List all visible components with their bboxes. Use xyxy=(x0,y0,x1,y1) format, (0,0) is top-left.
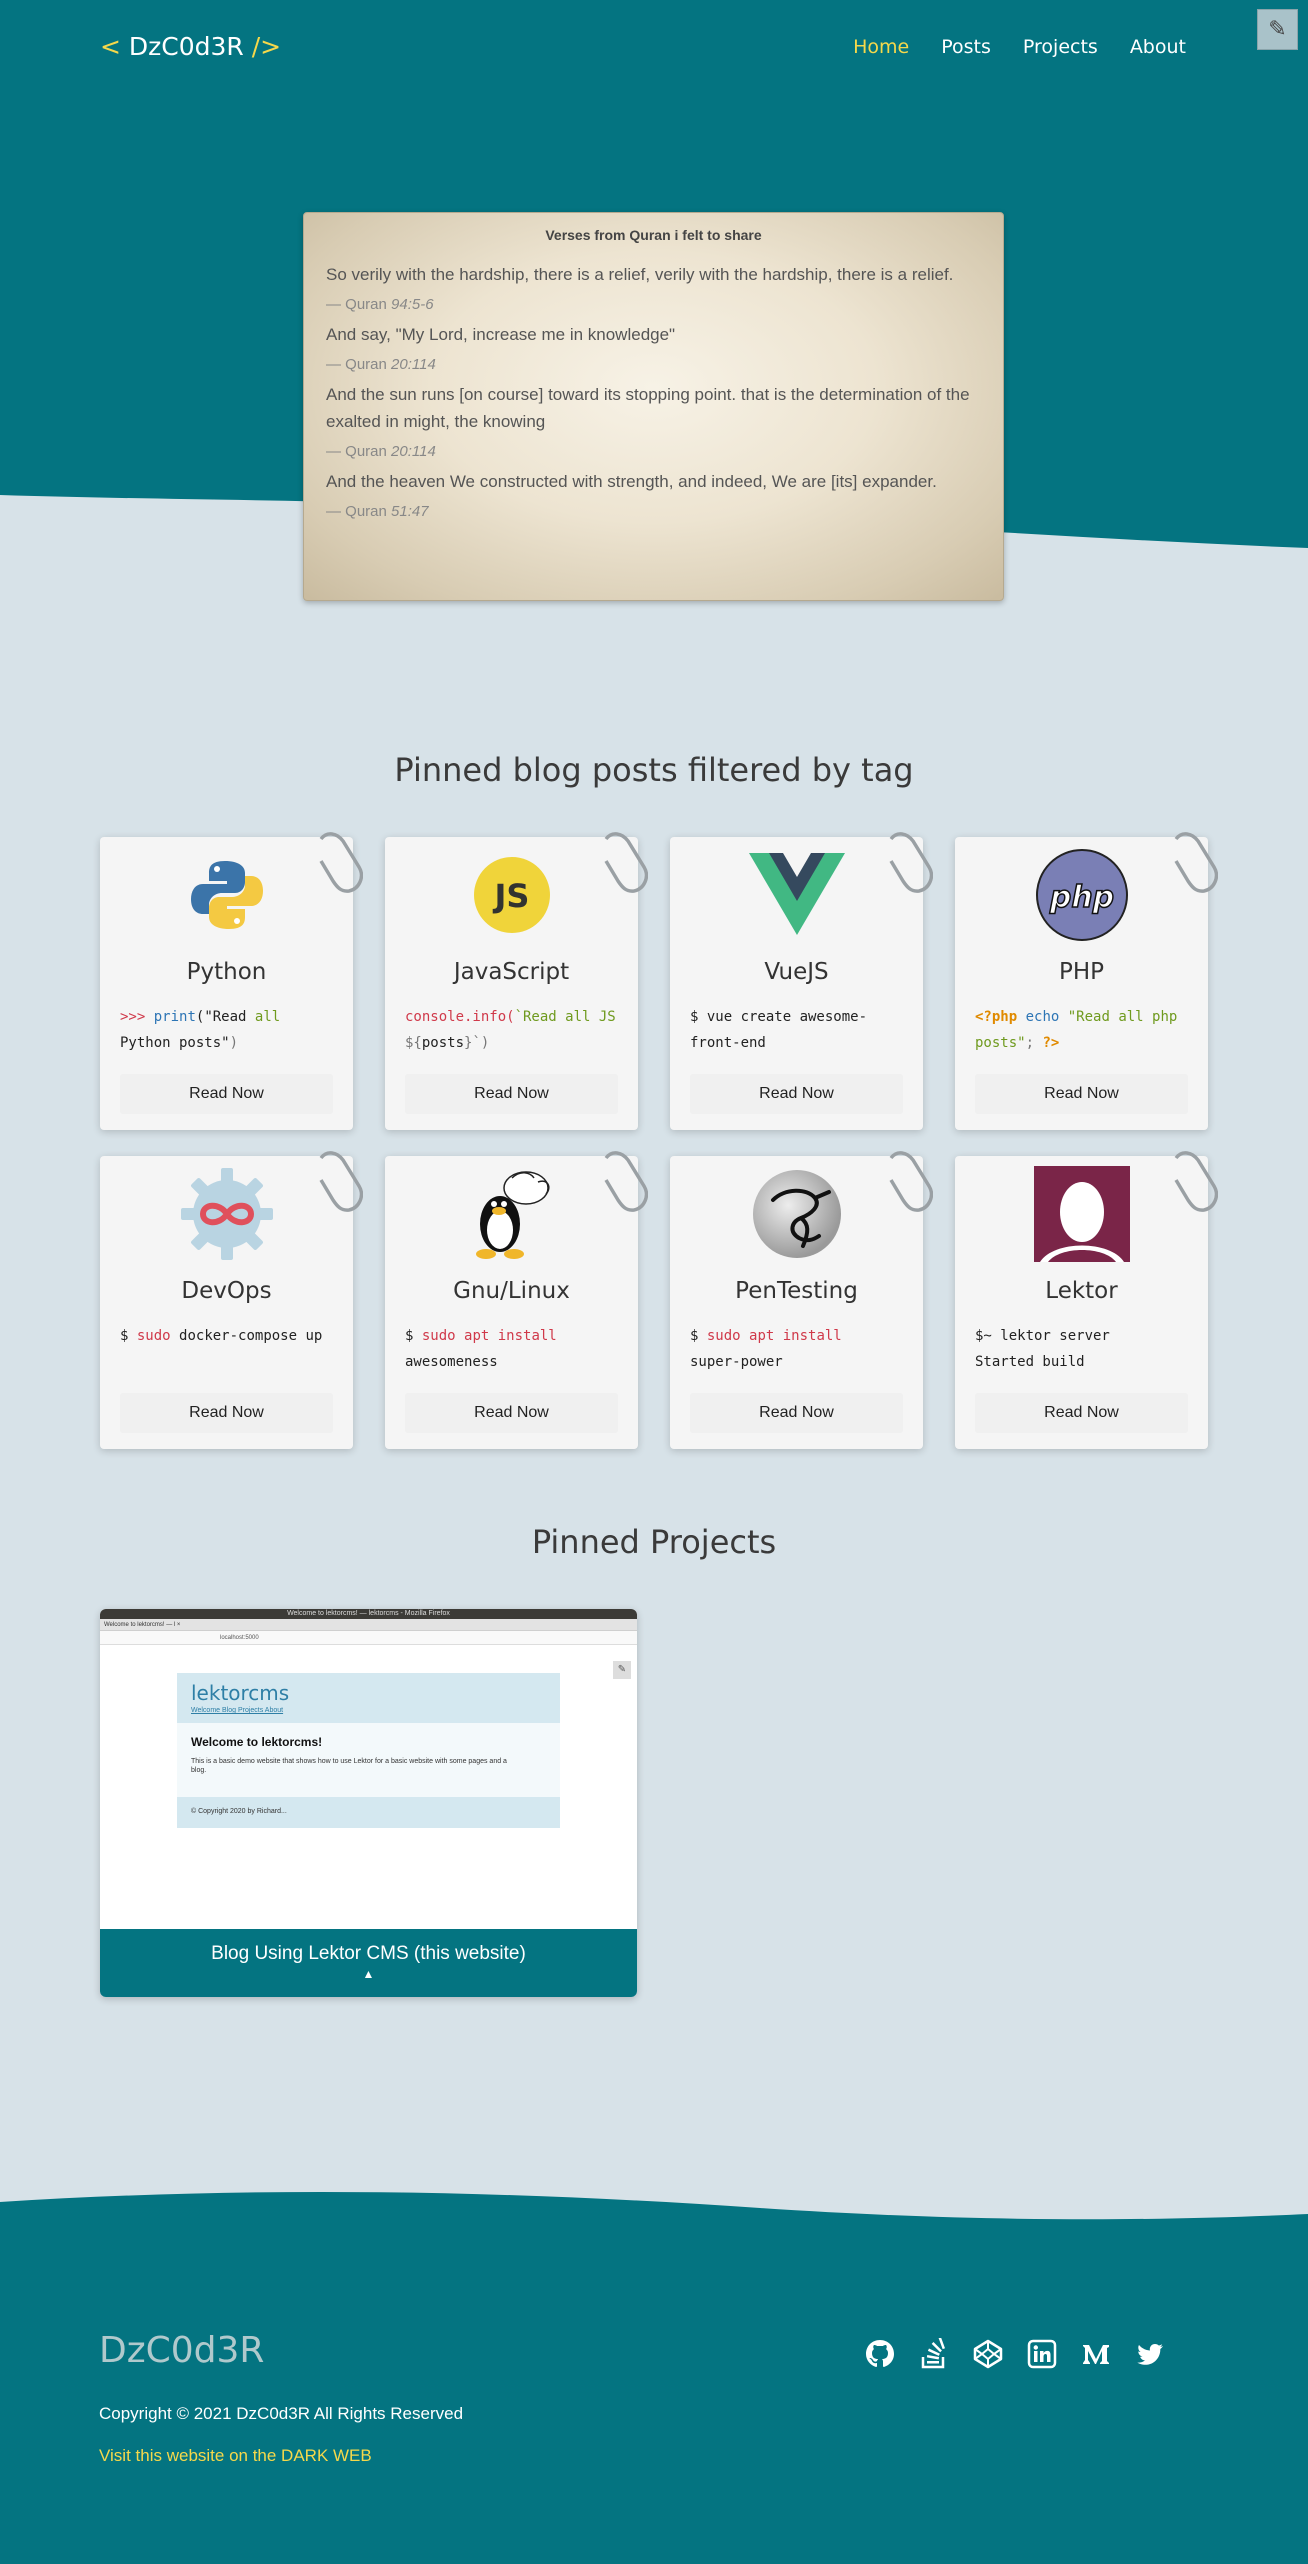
svg-text:php: php xyxy=(1048,880,1113,915)
pinned-posts-heading: Pinned blog posts filtered by tag xyxy=(394,751,914,789)
codepen-icon[interactable] xyxy=(972,2338,1004,2370)
card-title: PenTesting xyxy=(735,1278,858,1304)
dark-web-link[interactable]: Visit this website on the DARK WEB xyxy=(99,2446,372,2466)
social-links xyxy=(864,2338,1166,2370)
paperclip-icon xyxy=(319,1151,363,1212)
project-caption-bar[interactable]: Blog Using Lektor CMS (this website) ▲ xyxy=(100,1929,637,1997)
php-icon: php xyxy=(1035,849,1128,941)
svg-text:JS: JS xyxy=(492,877,529,915)
verse-text: So verily with the hardship, there is a … xyxy=(326,265,954,284)
screenshot-nav: Welcome Blog Projects About xyxy=(191,1707,284,1714)
card-code-snippet: $ sudo docker-compose up xyxy=(120,1328,323,1344)
devops-icon xyxy=(180,1168,273,1260)
post-card-python: Python >>> print("Read all Python posts")… xyxy=(100,832,363,1130)
paperclip-icon xyxy=(1174,832,1218,893)
verse-text: And the heaven We constructed with stren… xyxy=(326,472,937,491)
screenshot-footer: © Copyright 2020 by Richard... xyxy=(177,1797,560,1828)
python-icon xyxy=(190,861,263,929)
card-code-snippet: <?php echo "Read all php posts"; ?> xyxy=(975,1009,1178,1051)
paperclip-icon xyxy=(604,832,648,893)
card-code-snippet: $ vue create awesome-front-end xyxy=(690,1009,868,1051)
screenshot-window-titlebar: Welcome to lektorcms! — lektorcms - Mozi… xyxy=(100,1609,637,1619)
nav-links: Home Posts Projects About xyxy=(821,36,1186,58)
top-navbar: < DzC0d3R /> Home Posts Projects About xyxy=(0,0,1308,100)
post-card-php: php PHP <?php echo "Read all php posts";… xyxy=(955,832,1218,1130)
paperclip-icon xyxy=(889,1151,933,1212)
screenshot-pencil-icon: ✎ xyxy=(613,1661,631,1679)
linux-tux-gnu-icon xyxy=(475,1171,549,1259)
medium-icon[interactable] xyxy=(1080,2338,1112,2370)
site-brand[interactable]: < DzC0d3R /> xyxy=(100,32,281,61)
post-card-pentesting: PenTesting $ sudo apt install super-power… xyxy=(670,1151,933,1449)
verse-text: And the sun runs [on course] toward its … xyxy=(326,385,970,431)
card-title: JavaScript xyxy=(453,959,570,985)
card-title: DevOps xyxy=(181,1278,272,1304)
footer-copyright: Copyright © 2021 DzC0d3R All Rights Rese… xyxy=(99,2404,464,2423)
stackoverflow-icon[interactable] xyxy=(918,2338,950,2370)
post-card-lektor: Lektor $~ lektor server Started build Rea… xyxy=(955,1151,1218,1449)
nav-link-projects[interactable]: Projects xyxy=(1023,36,1098,58)
post-card-javascript: JS JavaScript console.info(`Read all JS … xyxy=(385,832,648,1130)
quote-card-title: Verses from Quran i felt to share xyxy=(545,227,762,243)
card-title: Lektor xyxy=(1045,1278,1118,1304)
github-icon[interactable] xyxy=(864,2338,896,2370)
card-title: PHP xyxy=(1058,959,1105,985)
post-card-vuejs: VueJS $ vue create awesome-front-end Rea… xyxy=(670,832,933,1130)
verse-reference: — Quran 51:47 xyxy=(326,503,429,520)
screenshot-text: This is a basic demo website that shows … xyxy=(191,1758,507,1774)
footer-background xyxy=(0,2191,1308,2564)
read-now-button[interactable]: Read Now xyxy=(975,1074,1188,1114)
card-title: Gnu/Linux xyxy=(453,1278,570,1304)
read-now-button[interactable]: Read Now xyxy=(405,1393,618,1433)
footer-brand: DzC0d3R xyxy=(99,2330,265,2371)
card-code-snippet: $ sudo apt install super-power xyxy=(690,1328,842,1370)
card-code-snippet: console.info(`Read all JS ${posts}`) xyxy=(405,1009,616,1051)
read-now-button[interactable]: Read Now xyxy=(120,1393,333,1433)
javascript-icon: JS xyxy=(473,857,550,933)
linkedin-icon[interactable] xyxy=(1026,2338,1058,2370)
read-now-button[interactable]: Read Now xyxy=(690,1393,903,1433)
read-now-button[interactable]: Read Now xyxy=(120,1074,333,1114)
paperclip-icon xyxy=(1174,1151,1218,1212)
verse-reference: — Quran 20:114 xyxy=(326,443,436,460)
vuejs-icon xyxy=(748,853,845,935)
card-code-snippet: $~ lektor server Started build xyxy=(975,1328,1110,1370)
card-title: Python xyxy=(186,959,267,985)
edit-page-pencil-icon[interactable]: ✎ xyxy=(1257,9,1298,50)
read-now-button[interactable]: Read Now xyxy=(975,1393,1188,1433)
screenshot-page: lektorcms Welcome Blog Projects About We… xyxy=(177,1673,560,1828)
card-code-snippet: >>> print("Read all Python posts") xyxy=(120,1009,281,1051)
kali-dragon-icon xyxy=(752,1170,841,1258)
post-card-gnu-linux: Gnu/Linux $ sudo apt install awesomeness … xyxy=(385,1151,648,1449)
verse-reference: — Quran 20:114 xyxy=(326,356,436,373)
lektor-icon xyxy=(1033,1166,1130,1262)
verse-text: And say, "My Lord, increase me in knowle… xyxy=(326,325,676,344)
nav-link-posts[interactable]: Posts xyxy=(941,36,991,58)
post-card-devops: DevOps $ sudo docker-compose up Read Now xyxy=(100,1151,363,1449)
screenshot-heading: Welcome to lektorcms! xyxy=(191,1735,323,1749)
project-title: Blog Using Lektor CMS (this website) xyxy=(211,1943,526,1964)
pinned-projects-heading: Pinned Projects xyxy=(531,1523,777,1561)
quran-verses-card: Verses from Quran i felt to share So ver… xyxy=(303,212,1004,601)
caret-up-icon[interactable]: ▲ xyxy=(100,1967,637,1981)
screenshot-url-bar: localhost:5000 xyxy=(100,1631,637,1645)
card-code-snippet: $ sudo apt install awesomeness xyxy=(405,1328,557,1370)
paperclip-icon xyxy=(604,1151,648,1212)
nav-link-home[interactable]: Home xyxy=(853,36,909,58)
verse-reference: — Quran 94:5-6 xyxy=(326,296,434,313)
paperclip-icon xyxy=(889,832,933,893)
twitter-icon[interactable] xyxy=(1134,2338,1166,2370)
read-now-button[interactable]: Read Now xyxy=(690,1074,903,1114)
paperclip-icon xyxy=(319,832,363,893)
screenshot-logo: lektorcms xyxy=(191,1681,290,1705)
project-card-lektor-blog[interactable]: Welcome to lektorcms! — lektorcms - Mozi… xyxy=(100,1609,637,1997)
read-now-button[interactable]: Read Now xyxy=(405,1074,618,1114)
nav-link-about[interactable]: About xyxy=(1130,36,1186,58)
screenshot-tab-bar: Welcome to lektorcms! — l × xyxy=(100,1619,637,1631)
card-title: VueJS xyxy=(764,959,829,985)
